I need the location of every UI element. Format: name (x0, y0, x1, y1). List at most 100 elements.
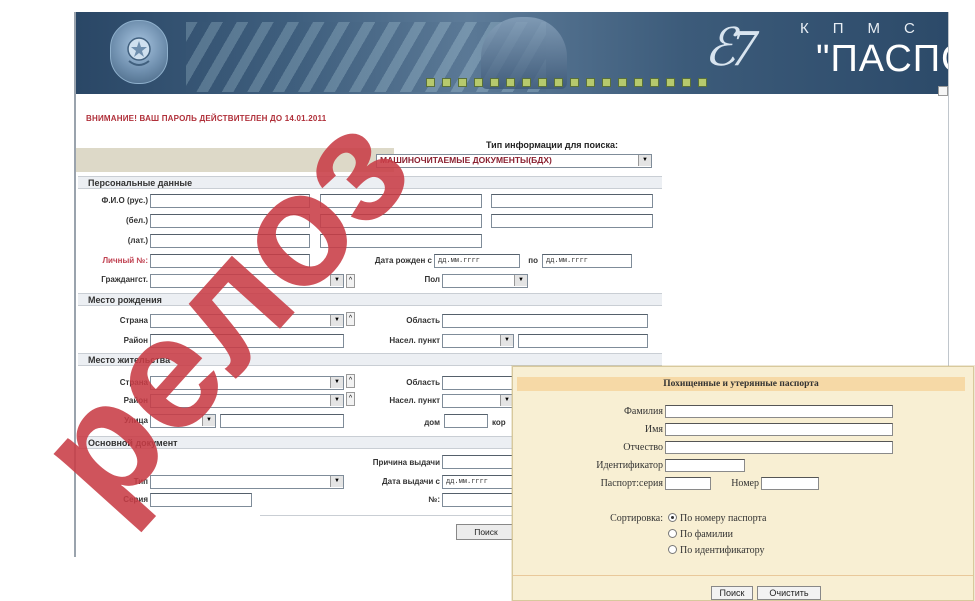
identifier-input[interactable] (665, 459, 745, 472)
brand-letter: С (904, 20, 915, 37)
series-input[interactable] (150, 493, 252, 507)
patronymic-input[interactable] (665, 441, 893, 454)
radio-icon[interactable] (668, 529, 677, 539)
name-label: Имя (644, 424, 663, 435)
issue-date-from-input[interactable]: дд.мм.гггг (442, 475, 522, 489)
birth-region-input[interactable] (442, 314, 648, 328)
passport-series-input[interactable] (665, 477, 711, 490)
citizenship-picker-button[interactable]: ^ (346, 274, 355, 288)
panel-clear-button[interactable]: Очистить (757, 586, 821, 600)
brand-kpms: К П М С (800, 20, 915, 37)
res-country-select[interactable]: ▼ (150, 376, 344, 390)
doc-type-select[interactable]: ▼ (150, 475, 344, 489)
name-rus-input[interactable] (320, 194, 482, 208)
surname-rus-input[interactable] (150, 194, 310, 208)
sort-option-passport-number[interactable]: По номеру паспорта (668, 513, 766, 524)
chevron-down-icon[interactable]: ▼ (500, 335, 513, 346)
name-input[interactable] (665, 423, 893, 436)
fio-bel-label: (бел.) (125, 216, 148, 225)
search-type-value: МАШИНОЧИТАЕМЫЕ ДОКУМЕНТЫ(БДХ) (380, 155, 552, 165)
identifier-label: Идентификатор (596, 460, 663, 471)
birth-locality-type-select[interactable]: ▼ (442, 334, 514, 348)
sex-select[interactable]: ▼ (442, 274, 528, 288)
brand-letter: М (867, 20, 881, 37)
passport-number-input[interactable] (761, 477, 819, 490)
sort-label: Сортировка: (610, 513, 663, 524)
name-lat-input[interactable] (320, 234, 482, 248)
issue-reason-label: Причина выдачи (372, 458, 440, 467)
birth-district-label: Район (123, 336, 148, 345)
chevron-down-icon[interactable]: ▼ (514, 275, 527, 286)
logo-mark-icon: ℰ7 (704, 20, 758, 77)
chevron-down-icon[interactable]: ▼ (330, 476, 343, 487)
sort-option-label: По номеру паспорта (680, 513, 767, 524)
surname-lat-input[interactable] (150, 234, 310, 248)
search-button[interactable]: Поиск (456, 524, 516, 540)
street-input[interactable] (220, 414, 344, 428)
res-country-label: Страна (119, 378, 148, 387)
chevron-down-icon[interactable]: ▼ (202, 415, 215, 426)
fio-rus-label: Ф.И.О (рус.) (101, 196, 149, 205)
chevron-down-icon[interactable]: ▼ (638, 155, 651, 166)
scrollbar[interactable] (938, 86, 948, 96)
divider (513, 575, 973, 576)
birth-country-label: Страна (119, 316, 148, 325)
birth-date-from-label: Дата рожден с (374, 256, 432, 265)
street-type-select[interactable]: ▼ (150, 414, 216, 428)
birth-district-input[interactable] (150, 334, 344, 348)
lost-passports-panel: Похищенные и утерянные паспорта Фамилия … (512, 366, 974, 601)
res-region-label: Область (406, 378, 440, 387)
res-district-label: Район (123, 396, 148, 405)
doc-number-input[interactable] (442, 493, 522, 507)
res-locality-label: Насел. пункт (389, 396, 440, 405)
res-district-picker-button[interactable]: ^ (346, 392, 355, 406)
house-input[interactable] (444, 414, 488, 428)
res-region-input[interactable] (442, 376, 522, 390)
fio-lat-label: (лат.) (127, 236, 148, 245)
personal-number-input[interactable] (150, 254, 310, 268)
radio-icon[interactable] (668, 545, 677, 555)
birth-country-picker-button[interactable]: ^ (346, 312, 355, 326)
birth-date-to-input[interactable]: дд.мм.гггг (542, 254, 632, 268)
birth-country-select[interactable]: ▼ (150, 314, 344, 328)
chevron-down-icon[interactable]: ▼ (330, 377, 343, 388)
radio-selected-icon[interactable] (668, 513, 677, 523)
surname-bel-input[interactable] (150, 214, 310, 228)
doc-type-label: Тип (133, 477, 148, 486)
chevron-down-icon[interactable]: ▼ (330, 275, 343, 286)
sort-option-identifier[interactable]: По идентификатору (668, 545, 765, 556)
sort-option-label: По идентификатору (680, 545, 765, 556)
patronymic-bel-input[interactable] (491, 214, 653, 228)
section-birthplace: Место рождения (78, 293, 662, 306)
birth-locality-input[interactable] (518, 334, 648, 348)
surname-input[interactable] (665, 405, 893, 418)
birth-date-from-input[interactable]: дд.мм.гггг (434, 254, 520, 268)
series-label: Серия (123, 495, 148, 504)
sort-option-label: По фамилии (680, 529, 734, 540)
chevron-down-icon[interactable]: ▼ (330, 395, 343, 406)
patronymic-label: Отчество (623, 442, 663, 453)
res-locality-type-select[interactable]: ▼ (442, 394, 514, 408)
building-label: кор (492, 418, 506, 427)
citizenship-label: Граждангст. (101, 275, 148, 284)
section-personal: Персональные данные (78, 176, 662, 189)
sex-label: Пол (424, 275, 440, 284)
issue-date-from-label: Дата выдачи с (381, 477, 440, 486)
name-bel-input[interactable] (320, 214, 482, 228)
section-residence: Место жительства (78, 353, 662, 366)
header-banner: ℰ7 К П М С "ПАСПОРТ" (76, 12, 948, 94)
personal-number-label: Личный №: (102, 256, 148, 265)
res-country-picker-button[interactable]: ^ (346, 374, 355, 388)
citizenship-select[interactable]: ▼ (150, 274, 344, 288)
panel-search-button[interactable]: Поиск (711, 586, 753, 600)
patronymic-rus-input[interactable] (491, 194, 653, 208)
brand-letter: К (800, 20, 809, 37)
sort-option-surname[interactable]: По фамилии (668, 529, 733, 540)
res-district-select[interactable]: ▼ (150, 394, 344, 408)
search-type-select[interactable]: МАШИНОЧИТАЕМЫЕ ДОКУМЕНТЫ(БДХ) ▼ (376, 154, 652, 168)
issue-reason-input[interactable] (442, 455, 522, 469)
banner-squares (426, 78, 707, 88)
passport-number-label: Номер (731, 478, 759, 489)
chevron-down-icon[interactable]: ▼ (330, 315, 343, 326)
brand-letter: П (832, 20, 844, 37)
